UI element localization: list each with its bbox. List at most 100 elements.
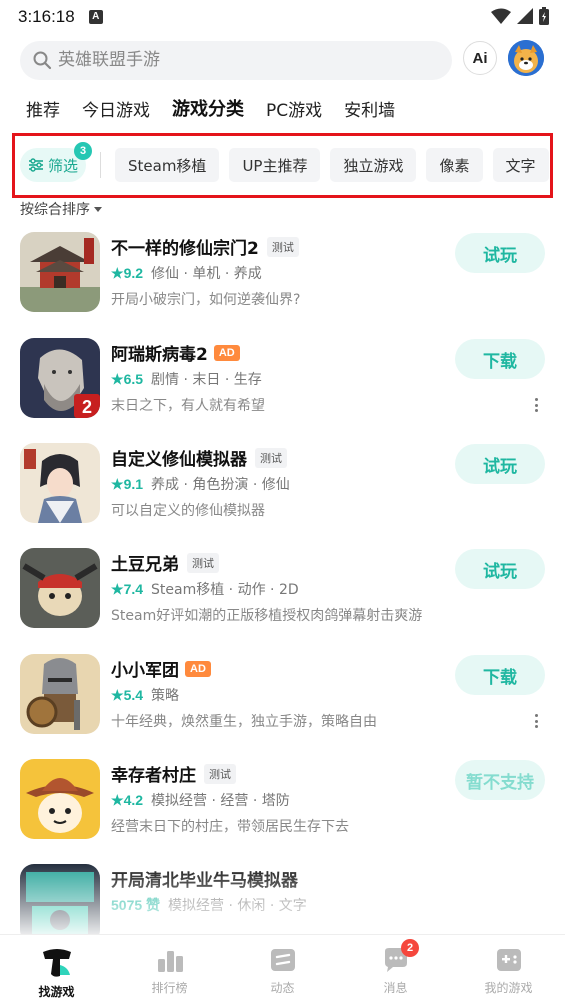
filter-button[interactable]: 筛选 3 bbox=[20, 142, 92, 182]
rating-value: 9.1 bbox=[123, 475, 144, 492]
filter-chip-up-recommend[interactable]: UP主推荐 bbox=[229, 148, 321, 182]
bottom-nav: 找游戏 排行榜 动态 2 消息 我的游戏 bbox=[0, 934, 565, 1004]
game-list-item[interactable]: 2 阿瑞斯病毒2 AD ★6.5 剧情 · 末日 · 生存 末日之下，有人就有希… bbox=[20, 338, 550, 420]
game-list-item[interactable]: 自定义修仙模拟器 测试 ★9.1 养成 · 角色扮演 · 修仙 可以自定义的修仙… bbox=[20, 443, 550, 525]
game-list-item[interactable]: 土豆兄弟 测试 ★7.4 Steam移植 · 动作 · 2D Steam好评如潮… bbox=[20, 548, 550, 630]
category-tabs: 推荐 今日游戏 游戏分类 PC游戏 安利墙 bbox=[26, 94, 417, 122]
game-title: 开局清北毕业牛马模拟器 bbox=[111, 866, 298, 891]
game-genres: Steam移植 · 动作 · 2D bbox=[151, 582, 299, 598]
nav-label: 动态 bbox=[270, 981, 295, 995]
game-name: 自定义修仙模拟器 bbox=[111, 450, 247, 470]
star-icon: ★ bbox=[111, 580, 124, 597]
wifi-icon bbox=[491, 8, 511, 24]
star-icon: ★ bbox=[111, 264, 124, 281]
cultivator-character-icon bbox=[20, 443, 100, 523]
nav-find-game[interactable]: 找游戏 bbox=[0, 935, 113, 1004]
play-button[interactable]: 试玩 bbox=[455, 549, 545, 589]
game-icon[interactable] bbox=[20, 443, 100, 523]
game-genres: 模拟经营 · 经营 · 塔防 bbox=[151, 793, 290, 809]
filter-sliders-icon bbox=[28, 158, 43, 172]
ad-badge: AD bbox=[213, 344, 240, 361]
tab-recommend-wall[interactable]: 安利墙 bbox=[344, 96, 395, 121]
caret-down-icon bbox=[94, 206, 102, 212]
game-icon[interactable] bbox=[20, 654, 100, 734]
game-name: 阿瑞斯病毒2 bbox=[111, 345, 208, 365]
game-meta: ★5.4 策略 bbox=[111, 685, 179, 705]
filter-label: 筛选 bbox=[47, 156, 78, 175]
nav-feed[interactable]: 动态 bbox=[226, 935, 339, 1004]
game-icon[interactable] bbox=[20, 232, 100, 312]
nav-messages[interactable]: 2 消息 bbox=[339, 935, 452, 1004]
tab-today-games[interactable]: 今日游戏 bbox=[82, 96, 150, 121]
feed-icon bbox=[270, 949, 295, 971]
game-name: 不一样的修仙宗门2 bbox=[111, 239, 259, 259]
search-icon bbox=[33, 51, 52, 70]
game-desc: 可以自定义的修仙模拟器 bbox=[111, 503, 265, 519]
svg-text:2: 2 bbox=[82, 397, 92, 417]
nav-my-games[interactable]: 我的游戏 bbox=[452, 935, 565, 1004]
game-icon[interactable] bbox=[20, 759, 100, 839]
game-list-item[interactable]: 不一样的修仙宗门2 测试 ★9.2 修仙 · 单机 · 养成 开局小破宗门，如何… bbox=[20, 232, 550, 314]
game-title: 自定义修仙模拟器 测试 bbox=[111, 445, 287, 470]
game-desc: Steam好评如潮的正版移植授权肉鸽弹幕射击爽游 bbox=[111, 608, 423, 624]
more-options-icon[interactable] bbox=[534, 714, 538, 728]
knight-soldier-icon bbox=[20, 654, 100, 734]
search-box[interactable] bbox=[20, 40, 452, 80]
filter-chip-indie[interactable]: 独立游戏 bbox=[330, 148, 417, 182]
filter-chip-pixel[interactable]: 像素 bbox=[426, 148, 483, 182]
game-title: 阿瑞斯病毒2 AD bbox=[111, 340, 240, 365]
rating: ★5.4 bbox=[111, 687, 143, 704]
bearded-man-icon: 2 bbox=[20, 338, 100, 418]
rating: ★9.1 bbox=[111, 476, 143, 493]
nav-label: 消息 bbox=[383, 981, 408, 995]
avatar[interactable] bbox=[508, 40, 544, 76]
ai-button[interactable]: Ai bbox=[463, 41, 497, 75]
graduation-game-icon bbox=[20, 864, 100, 944]
star-icon: ★ bbox=[111, 475, 124, 492]
tab-pc-games[interactable]: PC游戏 bbox=[266, 96, 322, 121]
game-meta: ★9.2 修仙 · 单机 · 养成 bbox=[111, 263, 262, 283]
nav-ranking[interactable]: 排行榜 bbox=[113, 935, 226, 1004]
game-genres: 剧情 · 末日 · 生存 bbox=[151, 372, 262, 388]
message-count-badge: 2 bbox=[401, 939, 419, 957]
status-icons bbox=[491, 7, 549, 25]
rating-value: 6.5 bbox=[123, 370, 144, 387]
game-genres: 修仙 · 单机 · 养成 bbox=[151, 266, 262, 282]
sort-dropdown[interactable]: 按综合排序 bbox=[20, 199, 102, 219]
filter-chip-text[interactable]: 文字 bbox=[492, 148, 549, 182]
test-tag: 测试 bbox=[266, 236, 299, 257]
test-tag: 测试 bbox=[204, 763, 236, 784]
game-list-item[interactable]: 幸存者村庄 测试 ★4.2 模拟经营 · 经营 · 塔防 经营末日下的村庄，带领… bbox=[20, 759, 550, 841]
filter-row: 筛选 3 Steam移植 UP主推荐 独立游戏 像素 文字 bbox=[20, 142, 559, 183]
download-button[interactable]: 下载 bbox=[455, 655, 545, 695]
test-tag: 测试 bbox=[255, 447, 287, 468]
game-genres: 养成 · 角色扮演 · 修仙 bbox=[151, 477, 290, 493]
game-title: 幸存者村庄 测试 bbox=[111, 761, 236, 786]
status-bar: 3:16:18 A bbox=[0, 0, 565, 34]
game-icon[interactable]: 2 bbox=[20, 338, 100, 418]
rating: ★7.4 bbox=[111, 581, 143, 598]
play-button[interactable]: 试玩 bbox=[455, 233, 545, 273]
filter-divider bbox=[100, 152, 101, 178]
rating-value: 4.2 bbox=[123, 791, 144, 808]
sect-pavilion-icon bbox=[20, 232, 100, 312]
download-button[interactable]: 下载 bbox=[455, 339, 545, 379]
game-list-item[interactable]: 小小军团 AD ★5.4 策略 十年经典，焕然重生，独立手游，策略自由 下载 bbox=[20, 654, 550, 736]
avatar-dog-icon bbox=[508, 40, 544, 76]
search-input[interactable] bbox=[58, 50, 438, 70]
play-button[interactable]: 试玩 bbox=[455, 444, 545, 484]
tab-game-categories[interactable]: 游戏分类 bbox=[172, 95, 244, 121]
unsupported-button[interactable]: 暂不支持 bbox=[455, 760, 545, 800]
filter-chip-steam[interactable]: Steam移植 bbox=[115, 148, 220, 182]
game-desc: 开局小破宗门，如何逆袭仙界? bbox=[111, 292, 301, 308]
tab-recommend[interactable]: 推荐 bbox=[26, 96, 60, 121]
game-icon[interactable] bbox=[20, 548, 100, 628]
sort-label: 按综合排序 bbox=[20, 202, 90, 218]
more-options-icon[interactable] bbox=[534, 398, 538, 412]
game-meta: ★7.4 Steam移植 · 动作 · 2D bbox=[111, 579, 299, 599]
status-time: 3:16:18 bbox=[18, 7, 75, 26]
cowboy-survivor-icon bbox=[20, 759, 100, 839]
game-icon[interactable] bbox=[20, 864, 100, 944]
rating: ★6.5 bbox=[111, 371, 143, 388]
game-desc: 十年经典，焕然重生，独立手游，策略自由 bbox=[111, 714, 377, 730]
